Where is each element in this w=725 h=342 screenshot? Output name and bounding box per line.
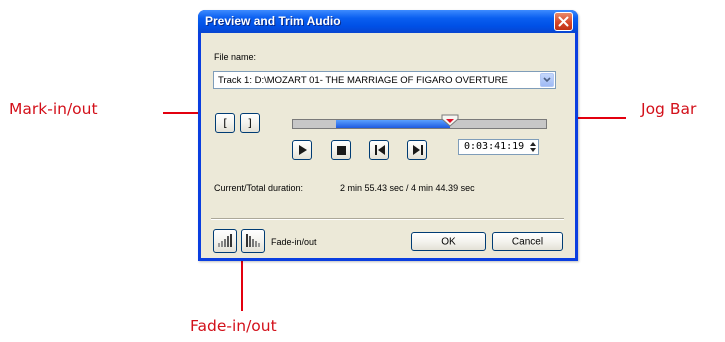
mark-out-button[interactable]: ]: [240, 113, 260, 133]
timecode-field[interactable]: 0:03:41:19: [458, 139, 539, 155]
dialog-body: File name: Track 1: D:\MOZART 01- THE MA…: [201, 33, 575, 258]
callout-mark-in-out: Mark-in/out: [9, 100, 98, 118]
mark-in-label: [: [221, 116, 229, 130]
divider: [211, 218, 564, 220]
jog-bar[interactable]: [292, 119, 547, 129]
title-bar[interactable]: Preview and Trim Audio: [198, 10, 578, 33]
dropdown-button[interactable]: [540, 73, 554, 87]
file-name-value: Track 1: D:\MOZART 01- THE MARRIAGE OF F…: [218, 75, 508, 86]
duration-label: Current/Total duration:: [214, 183, 304, 193]
dialog-title: Preview and Trim Audio: [205, 14, 341, 28]
callout-jog-bar: Jog Bar: [641, 100, 697, 118]
fade-in-button[interactable]: [213, 229, 237, 253]
close-button[interactable]: [554, 12, 573, 31]
callout-line-fade: [241, 255, 243, 311]
callout-fade-in-out: Fade-in/out: [190, 317, 277, 335]
fade-label: Fade-in/out: [271, 237, 317, 247]
file-name-select[interactable]: Track 1: D:\MOZART 01- THE MARRIAGE OF F…: [213, 71, 556, 89]
fade-out-button[interactable]: [241, 229, 265, 253]
stop-button[interactable]: [331, 140, 351, 160]
close-icon: [558, 16, 569, 27]
duration-value: 2 min 55.43 sec / 4 min 44.39 sec: [340, 183, 475, 193]
fade-out-icon: [246, 234, 260, 247]
mark-out-label: ]: [246, 116, 254, 130]
next-button[interactable]: [407, 140, 427, 160]
spin-arrows-icon[interactable]: [529, 141, 537, 153]
file-name-label: File name:: [214, 52, 257, 62]
stop-icon: [337, 146, 346, 155]
fade-in-icon: [218, 234, 232, 247]
preview-trim-dialog: Preview and Trim Audio File name: Track …: [198, 10, 578, 261]
previous-button[interactable]: [369, 140, 389, 160]
mark-in-button[interactable]: [: [215, 113, 235, 133]
play-icon: [299, 145, 307, 155]
skip-back-icon: [375, 145, 385, 155]
timecode-value: 0:03:41:19: [464, 141, 525, 152]
cancel-button[interactable]: Cancel: [492, 232, 563, 251]
skip-forward-icon: [413, 145, 423, 155]
jog-selection: [336, 120, 450, 128]
play-button[interactable]: [292, 140, 312, 160]
ok-label: OK: [441, 236, 456, 247]
jog-thumb[interactable]: [441, 114, 459, 127]
chevron-down-icon: [543, 77, 551, 83]
cancel-label: Cancel: [511, 236, 544, 247]
ok-button[interactable]: OK: [411, 232, 486, 251]
